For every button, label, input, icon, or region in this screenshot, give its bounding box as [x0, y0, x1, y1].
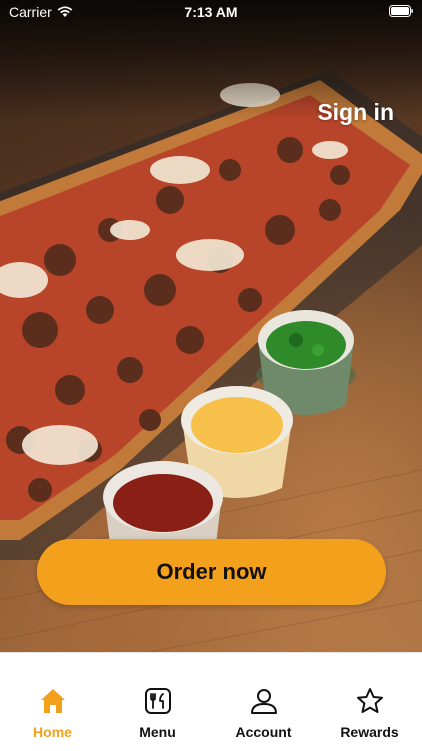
status-time: 7:13 AM	[184, 4, 238, 20]
tab-menu-label: Menu	[139, 724, 176, 740]
rewards-icon	[356, 688, 383, 713]
tab-rewards[interactable]: Rewards	[317, 653, 422, 751]
tab-home-label: Home	[33, 724, 72, 740]
sign-in-link[interactable]: Sign in	[317, 99, 394, 126]
battery-icon	[389, 5, 413, 17]
order-now-button[interactable]: Order now	[37, 539, 386, 605]
account-icon	[250, 689, 277, 714]
tab-home[interactable]: Home	[0, 653, 105, 751]
tab-bar: Home Menu Account Rewards	[0, 652, 422, 751]
home-icon	[40, 689, 65, 713]
tab-account[interactable]: Account	[211, 653, 316, 751]
tab-account-label: Account	[235, 724, 292, 740]
tab-menu[interactable]: Menu	[105, 653, 210, 751]
menu-icon	[144, 688, 171, 714]
tab-rewards-label: Rewards	[340, 724, 399, 740]
status-bar: Carrier 7:13 AM	[0, 0, 422, 24]
